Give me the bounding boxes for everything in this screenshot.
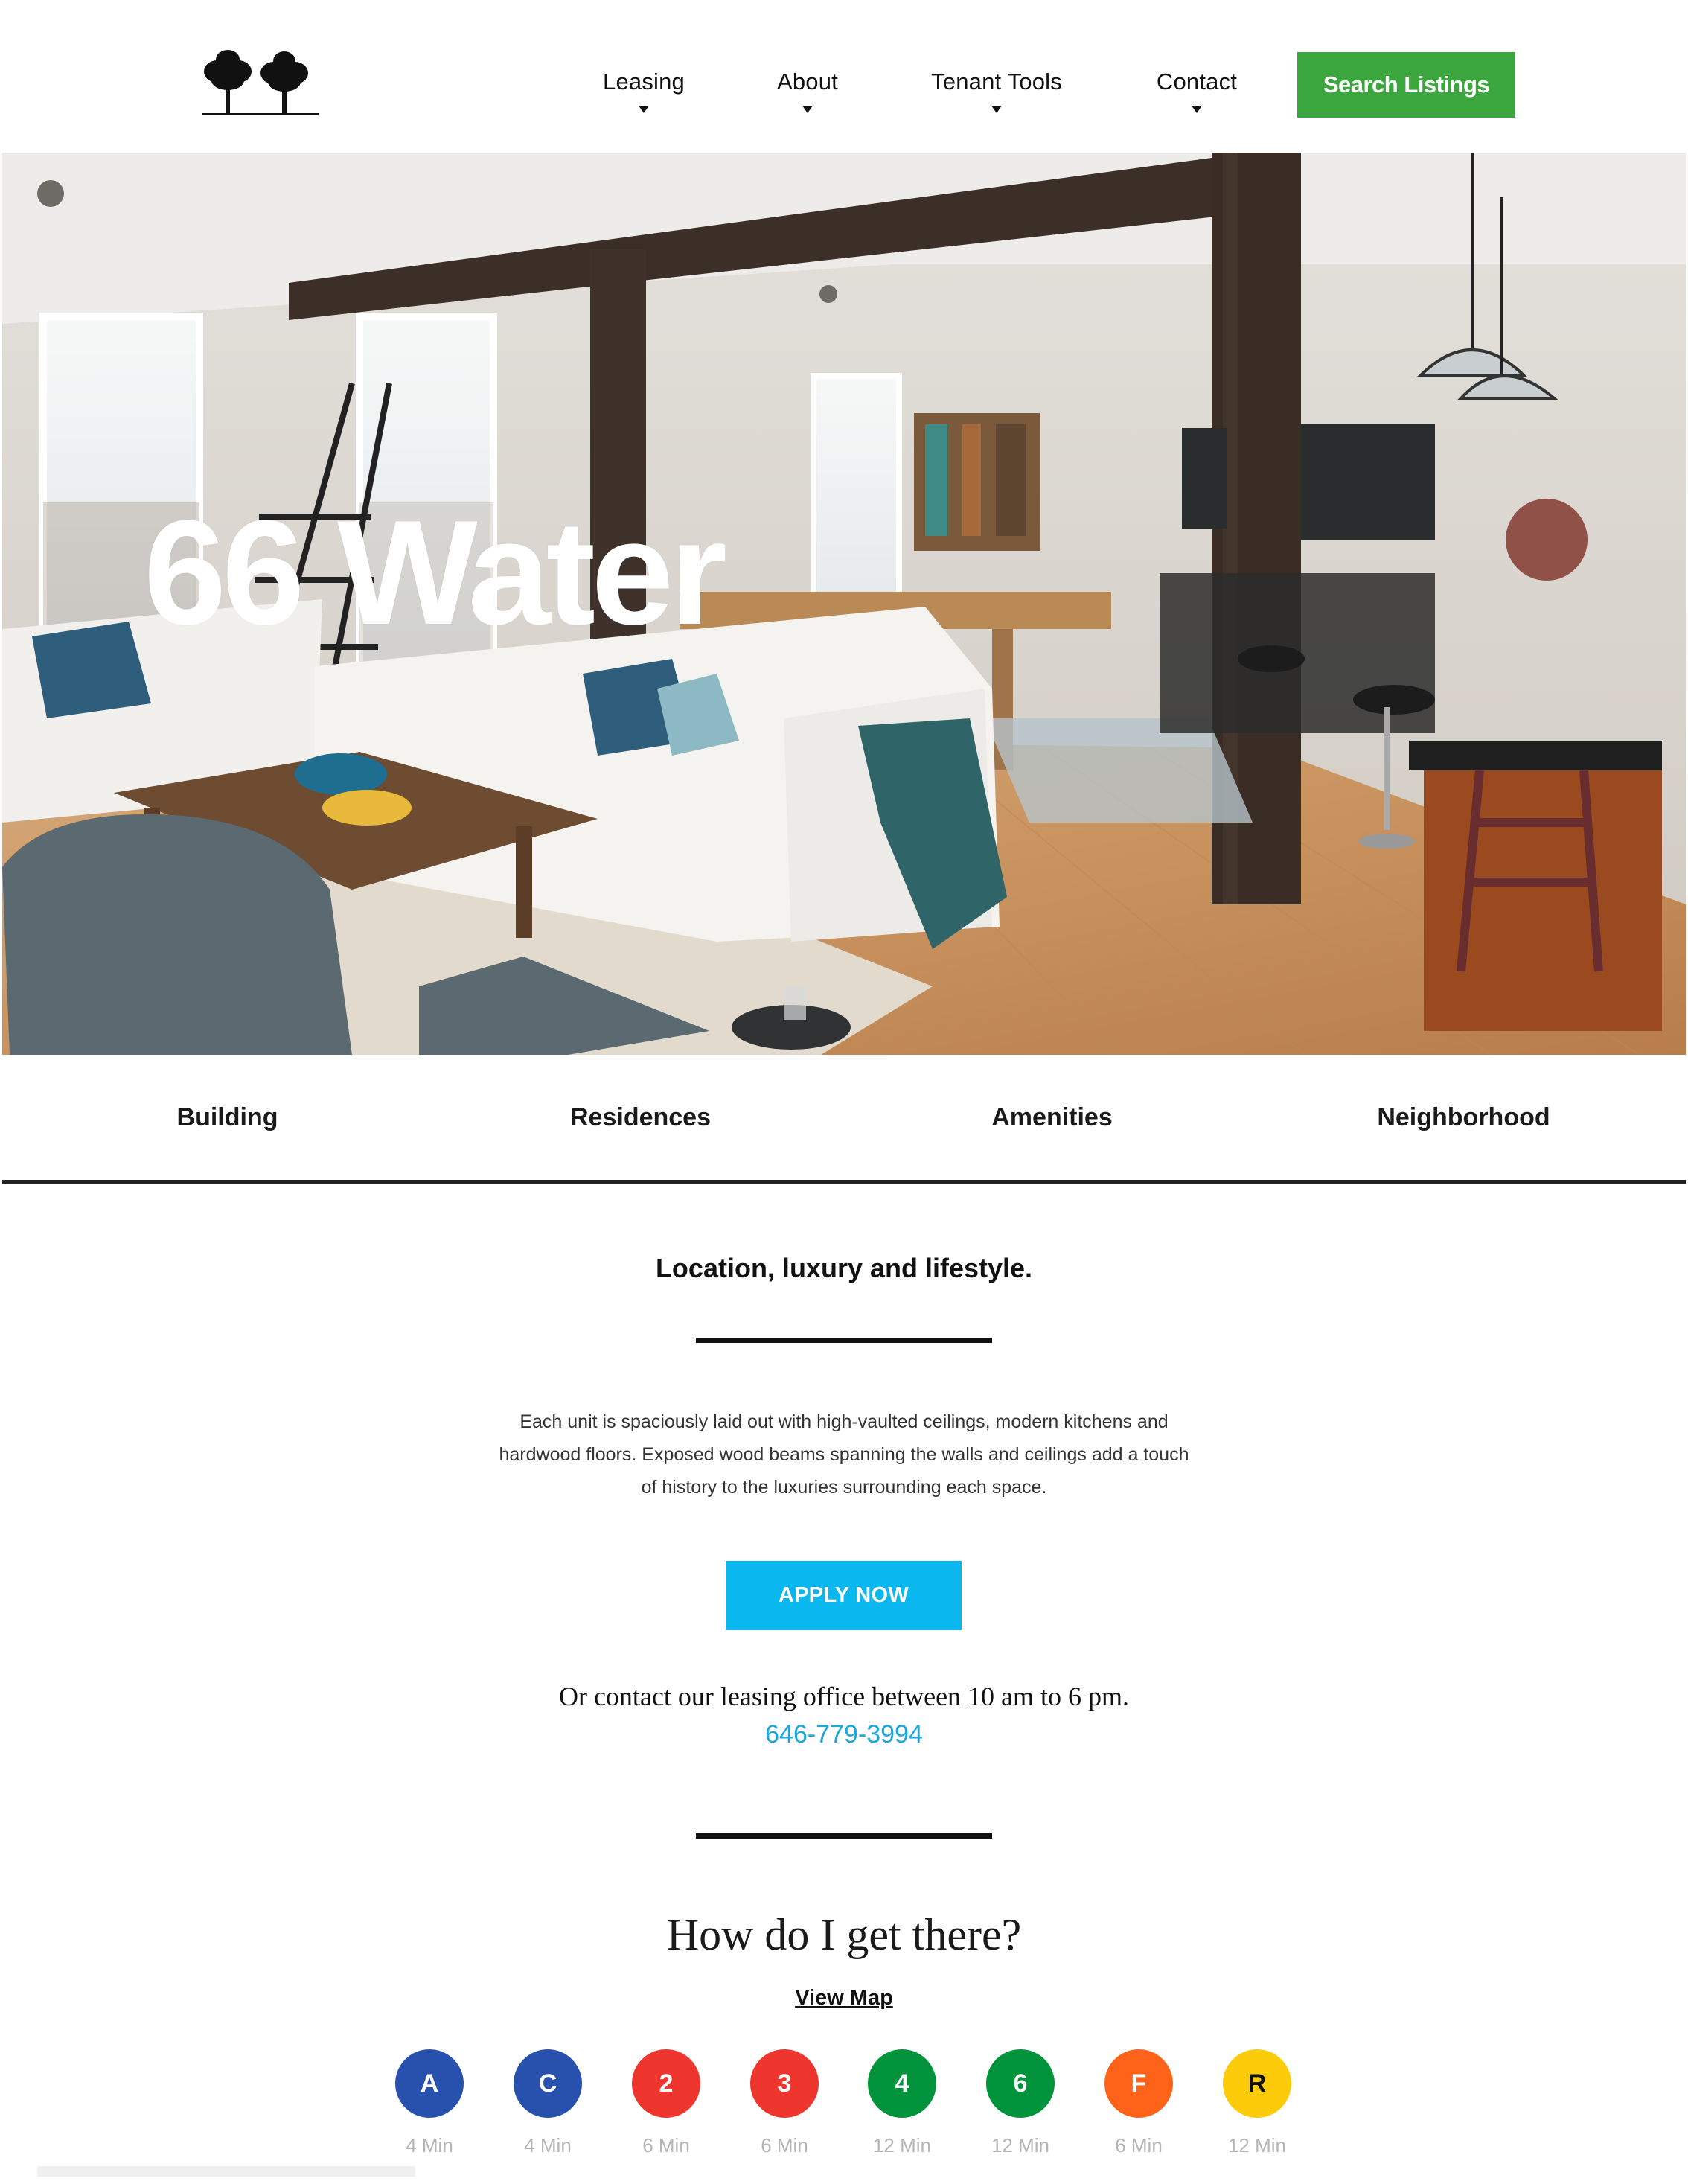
transit-heading: How do I get there? (666, 1910, 1022, 1959)
hero-title: 66 Water (144, 490, 727, 656)
tab-residences[interactable]: Residences (434, 1055, 847, 1180)
view-map-link[interactable]: View Map (795, 1986, 893, 2010)
train-6: 6 12 Min (986, 2049, 1055, 2156)
view-map-wrapper: View Map (0, 1986, 1688, 2011)
caret-down-icon (1192, 106, 1202, 113)
nav-leasing-label: Leasing (603, 68, 685, 95)
train-f-time: 6 Min (1115, 2134, 1163, 2156)
nav-about[interactable]: About (767, 68, 848, 128)
caret-down-icon (991, 106, 1002, 113)
caret-down-icon (802, 106, 813, 113)
nav-tenant-tools-label: Tenant Tools (931, 68, 1062, 95)
train-3: 3 6 Min (750, 2049, 819, 2156)
train-c: C 4 Min (514, 2049, 582, 2156)
train-r-time: 12 Min (1227, 2134, 1287, 2156)
tab-neighborhood[interactable]: Neighborhood (1257, 1055, 1670, 1180)
nav-contact-label: Contact (1156, 68, 1238, 95)
leasing-office-hours: Or contact our leasing office between 10… (558, 1682, 1130, 1711)
divider (696, 1338, 992, 1343)
train-f-icon[interactable]: F (1104, 2049, 1173, 2118)
train-a-time: 4 Min (406, 2134, 453, 2156)
caret-down-icon (639, 106, 649, 113)
train-6-time: 12 Min (991, 2134, 1050, 2156)
train-4: 4 12 Min (868, 2049, 936, 2156)
apply-now-button[interactable]: APPLY NOW (726, 1561, 962, 1630)
tab-amenities[interactable]: Amenities (845, 1055, 1259, 1180)
train-3-time: 6 Min (761, 2134, 808, 2156)
section-description: Each unit is spaciously laid out with hi… (499, 1411, 1189, 1498)
tab-building[interactable]: Building (21, 1055, 434, 1180)
train-3-icon[interactable]: 3 (750, 2049, 819, 2118)
train-c-time: 4 Min (524, 2134, 572, 2156)
hero-image: 66 Water (2, 153, 1686, 1055)
two-trees-logo[interactable] (201, 46, 320, 121)
divider (696, 1833, 992, 1839)
phone-link[interactable]: 646-779-3994 (0, 1720, 1688, 1749)
section-tagline: Location, luxury and lifestyle. (655, 1253, 1033, 1283)
train-6-icon[interactable]: 6 (986, 2049, 1055, 2118)
search-listings-button[interactable]: Search Listings (1297, 52, 1515, 118)
train-c-icon[interactable]: C (514, 2049, 582, 2118)
train-a: A 4 Min (395, 2049, 464, 2156)
train-2: 2 6 Min (632, 2049, 700, 2156)
train-4-time: 12 Min (872, 2134, 932, 2156)
horizontal-scrollbar[interactable] (37, 2166, 415, 2177)
train-r-icon[interactable]: R (1223, 2049, 1291, 2118)
nav-leasing[interactable]: Leasing (595, 68, 692, 128)
train-f: F 6 Min (1104, 2049, 1173, 2156)
train-4-icon[interactable]: 4 (868, 2049, 936, 2118)
train-a-icon[interactable]: A (395, 2049, 464, 2118)
nav-about-label: About (776, 68, 838, 95)
site-header: Leasing About Tenant Tools Contact Searc… (0, 0, 1688, 153)
section-tabs: Building Residences Amenities Neighborho… (2, 1055, 1686, 1184)
train-r: R 12 Min (1223, 2049, 1291, 2156)
nav-tenant-tools[interactable]: Tenant Tools (917, 68, 1076, 128)
nav-contact[interactable]: Contact (1146, 68, 1247, 128)
train-2-time: 6 Min (642, 2134, 690, 2156)
train-2-icon[interactable]: 2 (632, 2049, 700, 2118)
